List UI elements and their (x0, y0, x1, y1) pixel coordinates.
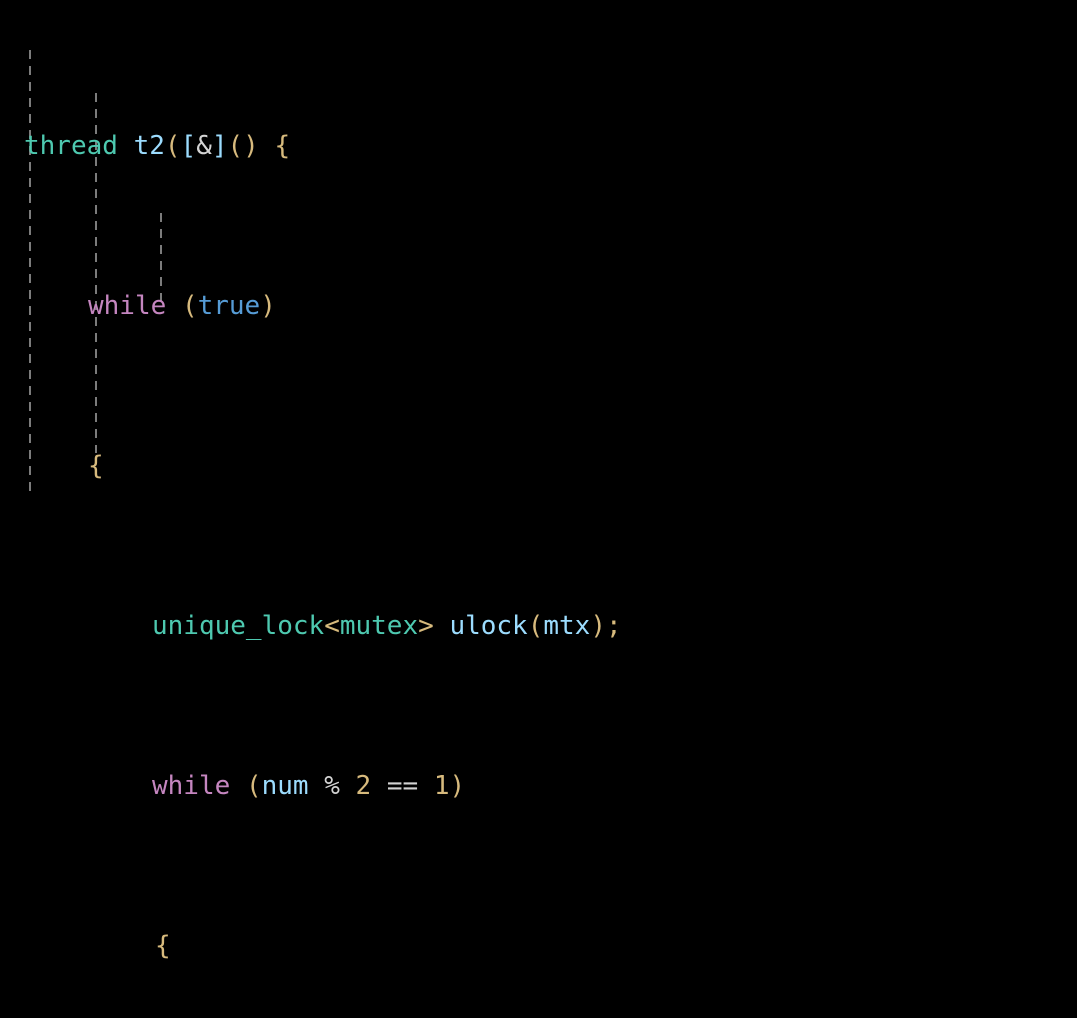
token-operator-equality: == (371, 771, 434, 801)
token-lparen: ( (245, 771, 262, 801)
token-angle-open: < (324, 611, 340, 641)
token-variable-ulock: ulock (449, 611, 528, 641)
code-block[interactable]: thread t2([&]() { while (true) { unique_… (0, 0, 1077, 1018)
token-lbrace: { (155, 931, 171, 961)
code-line-1[interactable]: thread t2([&]() { (0, 126, 1077, 166)
token-type-mutex: mutex (339, 611, 419, 641)
code-line-2[interactable]: while (true) (0, 286, 1077, 326)
token-rparen-2: ) (243, 131, 259, 161)
token-number-1: 1 (433, 771, 450, 801)
code-line-4[interactable]: unique_lock<mutex> ulock(mtx); (0, 606, 1077, 646)
token-lparen: ( (164, 131, 181, 161)
token-lbrace: { (274, 131, 291, 161)
token-operator-modulo: % (308, 771, 356, 801)
token-lbrace: { (88, 451, 104, 481)
token-rparen: ) (449, 771, 466, 801)
token-rparen: ) (260, 291, 276, 321)
token-rparen: ) (590, 611, 606, 641)
token-rbracket: ] (211, 131, 228, 161)
token-variable-t2: t2 (133, 131, 165, 161)
token-semicolon: ; (606, 611, 622, 641)
token-constant-true: true (197, 291, 261, 321)
code-line-5[interactable]: while (num % 2 == 1) (0, 766, 1077, 806)
token-space-2 (259, 131, 275, 161)
token-type-thread: thread (24, 131, 118, 161)
token-variable-num: num (261, 771, 309, 801)
token-variable-mtx: mtx (543, 611, 591, 641)
token-ampersand: & (196, 131, 212, 161)
token-lbracket: [ (180, 131, 197, 161)
code-line-6[interactable]: { (0, 926, 1077, 966)
token-lparen-2: ( (227, 131, 244, 161)
code-editor[interactable]: thread t2([&]() { while (true) { unique_… (0, 0, 1077, 961)
token-number-2: 2 (355, 771, 372, 801)
token-lparen: ( (181, 291, 198, 321)
code-line-3[interactable]: { (0, 446, 1077, 486)
token-keyword-while: while (152, 771, 231, 801)
token-angle-close: > (418, 611, 434, 641)
token-keyword-while: while (88, 291, 167, 321)
token-type-unique-lock: unique_lock (152, 611, 325, 641)
token-lparen: ( (527, 611, 544, 641)
